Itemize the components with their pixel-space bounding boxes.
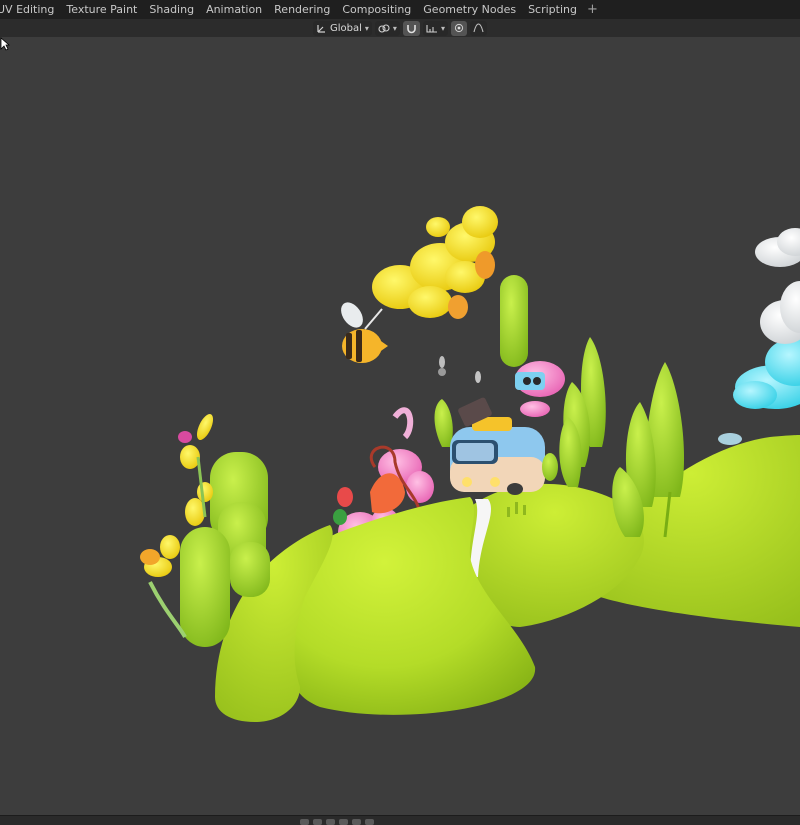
- tab-geometry-nodes[interactable]: Geometry Nodes: [417, 0, 522, 19]
- jump-start-icon[interactable]: [300, 819, 309, 825]
- proportional-editing-toggle[interactable]: [450, 20, 467, 36]
- tall-capsule: [500, 275, 528, 367]
- chevron-down-icon: ▾: [392, 23, 397, 33]
- transform-orientation-icon: [317, 24, 325, 33]
- 3d-viewport[interactable]: [0, 37, 800, 815]
- tab-scripting[interactable]: Scripting: [522, 0, 583, 19]
- mouse-cursor-icon: [0, 37, 10, 51]
- pivot-point-icon: [378, 23, 390, 33]
- cloud-yellow: [372, 206, 498, 319]
- tool-settings: Global ▾ ▾ ▾: [313, 20, 487, 36]
- playback-controls: [300, 819, 374, 825]
- plus-icon[interactable]: +: [583, 0, 602, 19]
- snap-toggle[interactable]: [402, 20, 420, 36]
- workspace-tab-bar: UV Editing Texture Paint Shading Animati…: [0, 0, 800, 19]
- jump-end-icon[interactable]: [365, 819, 374, 825]
- floating-spheres: [438, 356, 481, 383]
- scene-render: [140, 206, 800, 722]
- timeline-header: [0, 815, 800, 825]
- play-reverse-icon[interactable]: [326, 819, 335, 825]
- tab-compositing[interactable]: Compositing: [336, 0, 417, 19]
- snap-magnet-icon: [407, 24, 416, 33]
- viewport-header: Global ▾ ▾ ▾: [0, 19, 800, 38]
- tab-uv-editing[interactable]: UV Editing: [0, 0, 60, 19]
- transform-orientation-dropdown[interactable]: Global ▾: [313, 20, 372, 36]
- pivot-point-dropdown[interactable]: ▾: [374, 20, 400, 36]
- step-back-icon[interactable]: [313, 819, 322, 825]
- tab-shading[interactable]: Shading: [143, 0, 200, 19]
- snap-increment-icon: [426, 24, 437, 33]
- small-stone: [718, 433, 742, 445]
- snap-target-dropdown[interactable]: ▾: [422, 20, 448, 36]
- tab-texture-paint[interactable]: Texture Paint: [60, 0, 143, 19]
- blender-window: UV Editing Texture Paint Shading Animati…: [0, 0, 800, 825]
- cloud-cyan: [733, 338, 800, 409]
- transform-orientation-value: Global: [330, 22, 362, 34]
- bee: [341, 302, 388, 363]
- proportional-falloff-dropdown[interactable]: [469, 20, 487, 36]
- small-bush: [542, 453, 558, 481]
- tab-rendering[interactable]: Rendering: [268, 0, 336, 19]
- chevron-down-icon: ▾: [364, 23, 369, 33]
- cloud-white: [755, 228, 800, 344]
- step-forward-icon[interactable]: [352, 819, 361, 825]
- chevron-down-icon: ▾: [440, 23, 445, 33]
- proportional-editing-icon: [454, 23, 464, 33]
- play-icon[interactable]: [339, 819, 348, 825]
- pink-flower-sign: [515, 361, 565, 417]
- falloff-curve-icon: [473, 23, 484, 33]
- tab-animation[interactable]: Animation: [200, 0, 268, 19]
